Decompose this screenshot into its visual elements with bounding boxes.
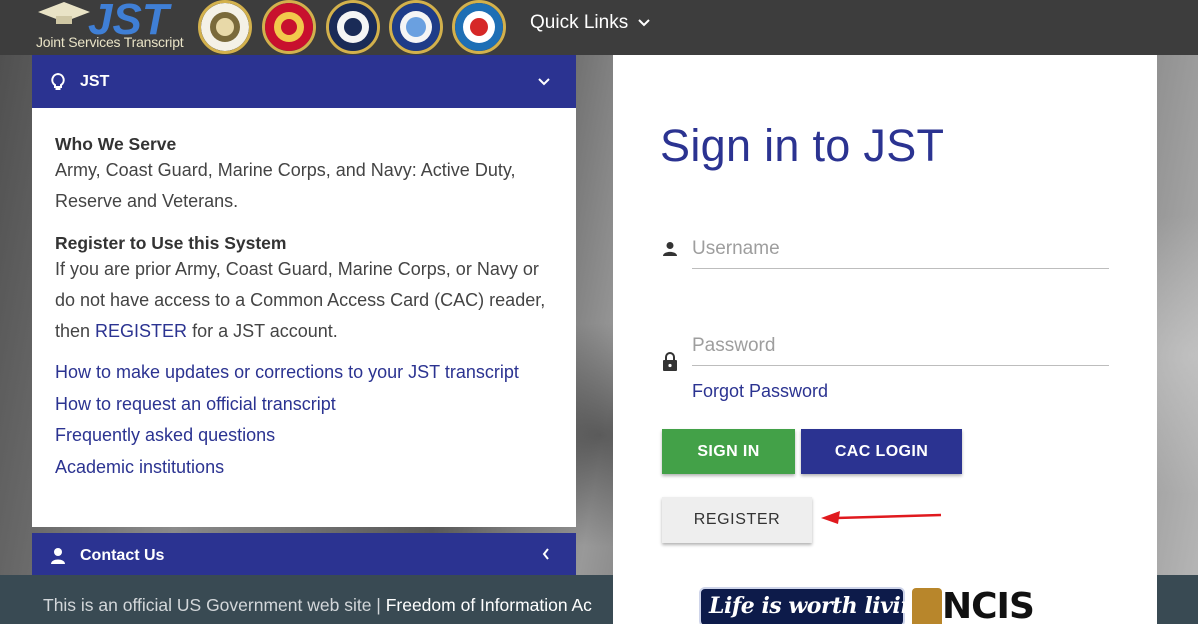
footer-text: This is an official US Government web si… xyxy=(43,595,592,616)
jst-info-panel: Who We Serve Army, Coast Guard, Marine C… xyxy=(32,108,576,527)
jst-accordion-label: JST xyxy=(80,72,110,90)
register-button[interactable]: REGISTER xyxy=(662,497,812,543)
link-request-transcript[interactable]: How to request an official transcript xyxy=(55,389,552,421)
life-is-worth-living-badge[interactable]: Life is worth living! xyxy=(699,587,940,624)
jst-logo[interactable]: JST Joint Services Transcript xyxy=(36,0,201,52)
jst-accordion-header[interactable]: JST xyxy=(32,55,576,108)
navy-seal-icon[interactable] xyxy=(326,0,380,54)
register-section-text: If you are prior Army, Coast Guard, Mari… xyxy=(55,254,552,347)
lock-icon xyxy=(660,352,680,372)
person-icon xyxy=(48,547,68,565)
marine-corps-seal-icon[interactable] xyxy=(262,0,316,54)
ncis-badge[interactable]: NCIS xyxy=(912,586,1062,624)
person-icon xyxy=(660,241,680,257)
chevron-down-icon xyxy=(638,19,650,27)
signin-title: Sign in to JST xyxy=(660,120,945,171)
red-arrow-annotation xyxy=(821,511,942,524)
cac-login-button[interactable]: CAC LOGIN xyxy=(801,429,962,474)
who-we-serve-text: Army, Coast Guard, Marine Corps, and Nav… xyxy=(55,160,516,211)
eagle-icon xyxy=(912,588,942,624)
contact-accordion-label: Contact Us xyxy=(80,546,165,564)
air-force-seal-icon[interactable] xyxy=(389,0,443,54)
logo-subtitle: Joint Services Transcript xyxy=(36,34,184,50)
foia-link[interactable]: Freedom of Information Ac xyxy=(386,595,592,615)
coast-guard-seal-icon[interactable] xyxy=(452,0,506,54)
help-links: How to make updates or corrections to yo… xyxy=(55,357,552,483)
link-updates-corrections[interactable]: How to make updates or corrections to yo… xyxy=(55,357,552,389)
register-link[interactable]: REGISTER xyxy=(95,321,187,341)
life-badge-text: Life is worth living! xyxy=(709,593,940,619)
quick-links-menu[interactable]: Quick Links xyxy=(530,12,650,34)
chevron-down-icon xyxy=(538,73,550,91)
ncis-badge-text: NCIS xyxy=(942,586,1035,624)
register-text-after: for a JST account. xyxy=(187,321,338,341)
who-we-serve-title: Who We Serve xyxy=(55,134,177,154)
forgot-password-link[interactable]: Forgot Password xyxy=(692,381,828,402)
top-header: JST Joint Services Transcript Quick Link… xyxy=(0,0,1198,55)
contact-accordion-header[interactable]: Contact Us xyxy=(32,533,576,578)
register-section-title: Register to Use this System xyxy=(55,233,287,253)
chevron-left-icon xyxy=(542,547,550,565)
official-site-text: This is an official US Government web si… xyxy=(43,595,386,615)
lightbulb-icon xyxy=(48,72,68,91)
link-academic-institutions[interactable]: Academic institutions xyxy=(55,452,552,484)
quick-links-label: Quick Links xyxy=(530,12,629,33)
username-input[interactable] xyxy=(692,238,1109,269)
password-input[interactable] xyxy=(692,335,1109,366)
army-seal-icon[interactable] xyxy=(198,0,252,54)
link-faq[interactable]: Frequently asked questions xyxy=(55,420,552,452)
sign-in-button[interactable]: SIGN IN xyxy=(662,429,795,474)
